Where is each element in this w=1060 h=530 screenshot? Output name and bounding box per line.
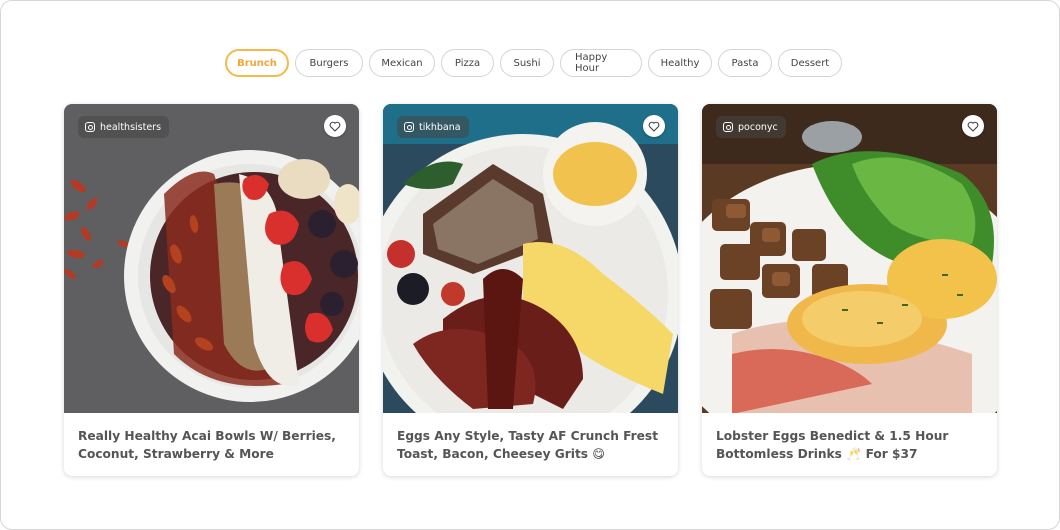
- eggs-benedict-photo: [702, 104, 997, 413]
- filter-chip-burgers[interactable]: Burgers: [295, 49, 363, 77]
- author-handle-label: poconyc: [738, 121, 778, 133]
- heart-icon: [648, 121, 660, 132]
- heart-icon: [329, 121, 341, 132]
- card-title[interactable]: Really Healthy Acai Bowls W/ Berries, Co…: [78, 427, 340, 463]
- filter-chip-pizza[interactable]: Pizza: [441, 49, 494, 77]
- save-button[interactable]: [324, 115, 346, 137]
- deal-card[interactable]: tikhbana Eggs Any Style, Tasty AF Crunch…: [383, 104, 678, 476]
- author-handle[interactable]: healthsisters: [78, 116, 170, 138]
- category-filter-bar: Brunch Burgers Mexican Pizza Sushi Happy…: [225, 49, 842, 77]
- save-button[interactable]: [643, 115, 665, 137]
- instagram-icon: [404, 122, 414, 132]
- acai-bowl-photo: [64, 104, 359, 413]
- filter-chip-healthy[interactable]: Healthy: [648, 49, 712, 77]
- deal-card[interactable]: healthsisters Really Healthy Acai Bowls …: [64, 104, 359, 476]
- filter-chip-sushi[interactable]: Sushi: [500, 49, 554, 77]
- heart-icon: [967, 121, 979, 132]
- author-handle[interactable]: tikhbana: [397, 116, 469, 138]
- filter-chip-pasta[interactable]: Pasta: [718, 49, 772, 77]
- card-title[interactable]: Lobster Eggs Benedict & 1.5 Hour Bottoml…: [716, 427, 978, 463]
- filter-chip-dessert[interactable]: Dessert: [778, 49, 842, 77]
- page-frame: Brunch Burgers Mexican Pizza Sushi Happy…: [0, 0, 1060, 530]
- author-handle[interactable]: poconyc: [716, 116, 786, 138]
- deal-card[interactable]: poconyc Lobster Eggs Benedict & 1.5 Hour…: [702, 104, 997, 476]
- filter-chip-happy-hour[interactable]: Happy Hour: [560, 49, 642, 77]
- save-button[interactable]: [962, 115, 984, 137]
- card-title[interactable]: Eggs Any Style, Tasty AF Crunch Frest To…: [397, 427, 659, 463]
- french-toast-bacon-photo: [383, 104, 678, 413]
- filter-chip-mexican[interactable]: Mexican: [369, 49, 435, 77]
- filter-chip-brunch[interactable]: Brunch: [225, 49, 289, 77]
- instagram-icon: [723, 122, 733, 132]
- author-handle-label: tikhbana: [419, 121, 461, 133]
- instagram-icon: [85, 122, 95, 132]
- author-handle-label: healthsisters: [100, 121, 162, 133]
